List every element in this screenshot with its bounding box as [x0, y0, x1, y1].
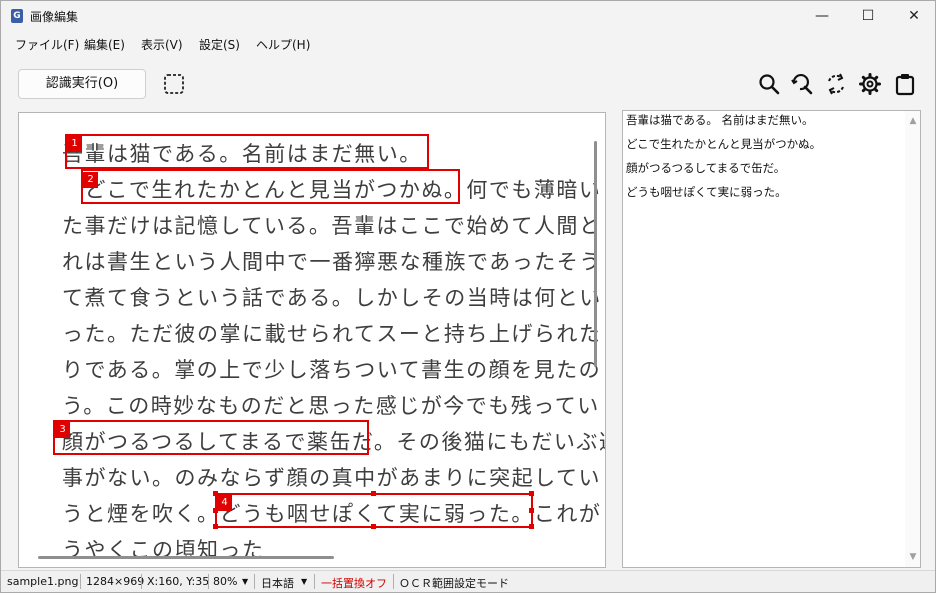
- window-title: 画像編集: [30, 10, 79, 24]
- document-line: うやくこの頃知った: [62, 538, 265, 562]
- resize-handle[interactable]: [213, 491, 218, 496]
- document-line: った。ただ彼の掌に載せられてスーと持ち上げられた: [62, 322, 602, 346]
- zoom-dropdown-arrow-icon[interactable]: ▼: [242, 577, 248, 586]
- document-line: た事だけは記憶している。吾輩はここで始めて人間と: [62, 214, 602, 238]
- language-dropdown-arrow-icon[interactable]: ▼: [301, 577, 307, 586]
- status-image-size: 1284×969: [86, 575, 145, 588]
- ocr-region-number: 1: [67, 136, 82, 152]
- menu-settings[interactable]: 設定(S): [199, 36, 240, 53]
- document-line: 事がない。のみならず顔の真中があまりに突起してい: [62, 466, 601, 490]
- resize-handle[interactable]: [529, 491, 534, 496]
- scroll-down-icon[interactable]: ▼: [908, 552, 918, 562]
- document-line: りである。掌の上で少し落ちついて書生の顔を見たの: [62, 358, 602, 382]
- ocr-region-3[interactable]: [53, 420, 369, 455]
- minimize-button[interactable]: —: [799, 1, 845, 31]
- app-icon: G: [11, 9, 23, 23]
- clipboard-icon[interactable]: [893, 72, 917, 96]
- resize-handle[interactable]: [529, 508, 534, 513]
- menu-edit[interactable]: 編集(E): [84, 36, 125, 53]
- menu-bar: ファイル(F) 編集(E) 表示(V) 設定(S) ヘルプ(H): [1, 34, 935, 54]
- status-separator: [254, 574, 255, 589]
- ocr-region-number: 4: [217, 495, 232, 511]
- recognized-text-panel[interactable]: 吾輩は猫である。 名前はまだ無い。 どこで生れたかとんと見当がつかぬ。 顔がつる…: [622, 110, 921, 568]
- menu-help[interactable]: ヘルプ(H): [256, 36, 310, 53]
- zoom-dropdown[interactable]: 80%: [213, 575, 237, 588]
- ocr-run-button[interactable]: 認識実行(O): [18, 69, 146, 99]
- gear-icon[interactable]: [858, 72, 882, 96]
- ocr-region-number: 2: [83, 172, 98, 188]
- ocr-region-4-selected[interactable]: [215, 493, 533, 528]
- image-view-panel[interactable]: 吾輩は猫である。名前はまだ無い。 どこで生れたかとんと見当がつかぬ。何でも薄暗い…: [18, 112, 606, 568]
- title-bar: G 画像編集 — ☐ ✕: [1, 1, 935, 31]
- vertical-scrollbar[interactable]: ▲ ▼: [905, 111, 920, 567]
- recognized-line[interactable]: 顔がつるつるしてまるで缶だ。: [626, 160, 785, 176]
- document-line: て煮て食うという話である。しかしその当時は何とい: [62, 286, 602, 310]
- document-image: 吾輩は猫である。名前はまだ無い。 どこで生れたかとんと見当がつかぬ。何でも薄暗い…: [19, 113, 605, 567]
- close-button[interactable]: ✕: [891, 1, 936, 31]
- document-line: れは書生という人間中で一番獰悪な種族であったそう: [62, 250, 602, 274]
- selection-tool-icon[interactable]: [163, 73, 185, 95]
- resize-handle[interactable]: [371, 491, 376, 496]
- vertical-scrollbar[interactable]: [594, 141, 597, 367]
- status-coordinates: X:160, Y:35: [147, 575, 210, 588]
- maximize-button[interactable]: ☐: [845, 1, 891, 31]
- search-refresh-icon[interactable]: [790, 72, 814, 96]
- status-separator: [141, 574, 142, 589]
- menu-view[interactable]: 表示(V): [141, 36, 183, 53]
- recognized-line[interactable]: どうも咽せぽくて実に弱った。: [626, 184, 787, 200]
- resize-handle[interactable]: [213, 508, 218, 513]
- ocr-region-1[interactable]: [65, 134, 429, 169]
- document-line: う。この時妙なものだと思った感じが今でも残ってい: [62, 394, 600, 418]
- app-window: G 画像編集 — ☐ ✕ ファイル(F) 編集(E) 表示(V) 設定(S) ヘ…: [0, 0, 936, 593]
- language-dropdown[interactable]: 日本語: [261, 575, 294, 591]
- status-bar: sample1.png 1284×969 X:160, Y:35 80% ▼ 日…: [1, 570, 935, 592]
- horizontal-scrollbar[interactable]: [38, 556, 334, 559]
- status-separator: [80, 574, 81, 589]
- resize-handle[interactable]: [529, 524, 534, 529]
- ocr-region-number: 3: [55, 422, 70, 438]
- resize-handle[interactable]: [371, 524, 376, 529]
- scroll-up-icon[interactable]: ▲: [908, 116, 918, 126]
- status-separator: [208, 574, 209, 589]
- batch-replace-toggle[interactable]: 一括置換オフ: [321, 575, 387, 591]
- ocr-region-2[interactable]: [81, 169, 460, 204]
- status-filename: sample1.png: [7, 575, 79, 588]
- status-separator: [393, 574, 394, 589]
- rotate-icon[interactable]: [824, 72, 848, 96]
- menu-file[interactable]: ファイル(F): [15, 36, 79, 53]
- search-icon[interactable]: [757, 72, 781, 96]
- recognized-line[interactable]: どこで生れたかとんと見当がつかぬ。: [626, 136, 821, 152]
- status-separator: [314, 574, 315, 589]
- resize-handle[interactable]: [213, 524, 218, 529]
- recognized-line[interactable]: 吾輩は猫である。 名前はまだ無い。: [626, 112, 814, 128]
- status-mode: ＯＣＲ範囲設定モード: [399, 577, 509, 590]
